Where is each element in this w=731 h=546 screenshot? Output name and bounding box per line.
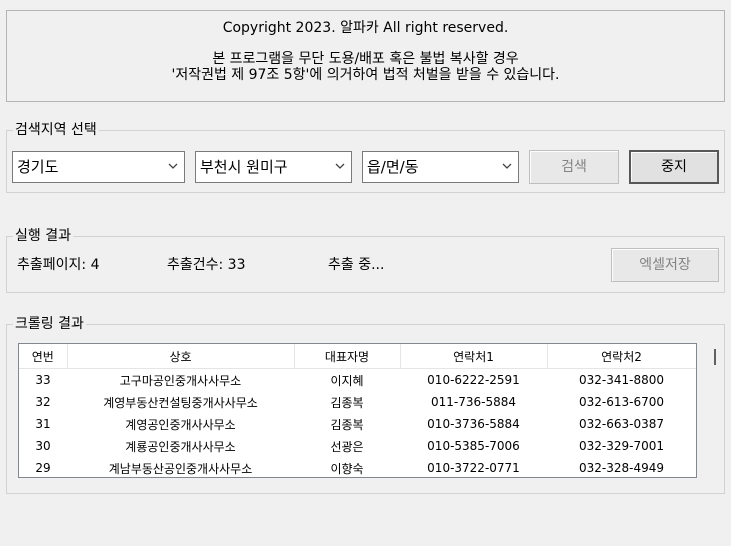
results-table: 연번 상호 대표자명 연락처1 연락처2 33 고구마공인중개사사무소 이지혜 …	[19, 344, 696, 477]
search-button[interactable]: 검색	[529, 150, 619, 184]
cell-number: 31	[35, 417, 51, 431]
cell-representative: 선광은	[330, 439, 364, 454]
cell-business-name: 고구마공인중개사사무소	[119, 373, 242, 388]
cell-contact1: 010-5385-7006	[427, 439, 520, 453]
column-header[interactable]: 연번	[19, 344, 68, 369]
scrollbar-thumb[interactable]	[714, 349, 716, 365]
extracted-count: 추출건수: 33	[167, 257, 246, 273]
province-select[interactable]: 경기도	[12, 151, 185, 183]
column-header[interactable]: 상호	[67, 344, 295, 369]
cell-contact1: 010-6222-2591	[427, 373, 520, 387]
table-row[interactable]: 31 계영공인중개사사무소 김종복 010-3736-5884 032-663-…	[19, 413, 696, 435]
town-select[interactable]: 읍/면/동	[362, 151, 519, 183]
warning-line: 본 프로그램을 무단 도용/배포 혹은 불법 복사할 경우	[212, 51, 519, 67]
cell-representative: 김종복	[330, 417, 364, 432]
cell-contact1: 010-3722-0771	[427, 461, 520, 475]
cell-representative: 김종복	[330, 395, 364, 410]
column-header[interactable]: 연락처1	[400, 344, 548, 369]
excel-save-button[interactable]: 엑셀저장	[611, 248, 719, 282]
column-header[interactable]: 연락처2	[547, 344, 696, 369]
stop-button[interactable]: 중지	[629, 150, 719, 184]
copyright-line: Copyright 2023. 알파카 All right reserved.	[222, 20, 509, 36]
extraction-status: 추출 중...	[328, 257, 385, 273]
table-row[interactable]: 33 고구마공인중개사사무소 이지혜 010-6222-2591 032-341…	[19, 369, 696, 392]
cell-representative: 이향숙	[330, 461, 364, 476]
cell-business-name: 계룡공인중개사사무소	[125, 439, 236, 454]
extracted-pages: 추출페이지: 4	[17, 257, 100, 273]
cell-number: 30	[35, 439, 51, 453]
table-header: 연번 상호 대표자명 연락처1 연락처2	[19, 344, 696, 369]
table-row[interactable]: 32 계영부동산컨설팅중개사사무소 김종복 011-736-5884 032-6…	[19, 391, 696, 413]
province-value: 경기도	[17, 158, 59, 176]
city-select[interactable]: 부천시 원미구	[195, 151, 352, 183]
cell-business-name: 계남부동산공인중개사사무소	[108, 461, 253, 476]
column-header[interactable]: 대표자명	[294, 344, 401, 369]
chevron-down-icon	[502, 163, 512, 169]
cell-contact1: 011-736-5884	[430, 395, 516, 409]
chevron-down-icon	[335, 163, 345, 169]
town-value: 읍/면/동	[367, 158, 419, 176]
vertical-scrollbar[interactable]	[706, 343, 724, 478]
cell-contact2: 032-663-0387	[578, 417, 664, 431]
cell-contact2: 032-328-4949	[578, 461, 664, 475]
cell-contact2: 032-329-7001	[578, 439, 664, 453]
city-value: 부천시 원미구	[200, 158, 288, 176]
execution-result-title: 실행 결과	[13, 228, 73, 244]
cell-number: 33	[35, 373, 51, 387]
table-row[interactable]: 30 계룡공인중개사사무소 선광은 010-5385-7006 032-329-…	[19, 435, 696, 457]
results-list[interactable]: 연번 상호 대표자명 연락처1 연락처2 33 고구마공인중개사사무소 이지혜 …	[18, 343, 697, 478]
table-row[interactable]: 29 계남부동산공인중개사사무소 이향숙 010-3722-0771 032-3…	[19, 457, 696, 477]
search-region-title: 검색지역 선택	[13, 122, 99, 138]
cell-representative: 이지혜	[330, 373, 364, 388]
cell-contact2: 032-341-8800	[578, 373, 664, 387]
copyright-panel: Copyright 2023. 알파카 All right reserved. …	[6, 10, 725, 102]
cell-business-name: 계영공인중개사사무소	[125, 417, 236, 432]
crawling-result-title: 크롤링 결과	[13, 316, 86, 332]
cell-number: 32	[35, 395, 51, 409]
chevron-down-icon	[168, 163, 178, 169]
cell-contact2: 032-613-6700	[578, 395, 664, 409]
cell-contact1: 010-3736-5884	[427, 417, 520, 431]
cell-business-name: 계영부동산컨설팅중개사사무소	[103, 395, 258, 410]
law-line: '저작권법 제 97조 5항'에 의거하여 법적 처벌을 받을 수 있습니다.	[171, 67, 560, 83]
cell-number: 29	[35, 461, 51, 475]
